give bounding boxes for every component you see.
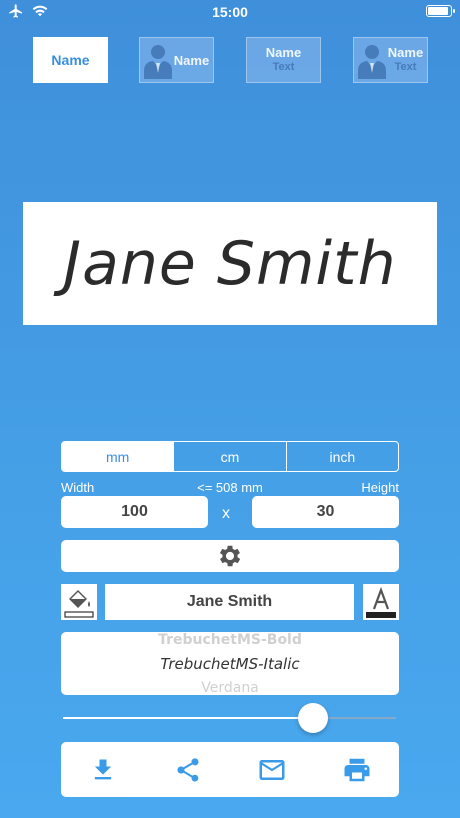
settings-button[interactable] <box>61 540 399 572</box>
print-button[interactable] <box>337 750 377 790</box>
style-sublabel: Text <box>272 61 295 74</box>
unit-mm[interactable]: mm <box>62 442 174 471</box>
slider-track-filled <box>63 717 313 719</box>
mail-icon <box>259 759 285 780</box>
background-color-button[interactable] <box>61 584 97 620</box>
height-field[interactable] <box>252 496 399 528</box>
name-text-field[interactable] <box>105 584 354 620</box>
dimension-labels: Width <= 508 mm Height <box>61 480 399 496</box>
font-picker[interactable]: TrebuchetMS-Bold TrebuchetMS-Italic Verd… <box>61 632 399 695</box>
style-label: Name <box>173 52 210 68</box>
style-name-text-photo[interactable]: Name Text <box>353 37 428 83</box>
width-field[interactable] <box>61 496 208 528</box>
action-bar <box>61 742 399 797</box>
style-label: Name <box>265 45 302 61</box>
unit-segmented-control: mm cm inch <box>61 441 399 472</box>
fill-color-icon <box>64 590 94 618</box>
download-button[interactable] <box>83 750 123 790</box>
unit-cm[interactable]: cm <box>173 442 285 471</box>
person-icon <box>143 45 172 79</box>
status-time: 15:00 <box>212 4 248 20</box>
style-sublabel: Text <box>394 61 417 74</box>
gear-icon <box>219 545 241 567</box>
dimension-separator: x <box>222 505 230 522</box>
font-option[interactable]: Verdana <box>61 680 399 695</box>
max-size-hint: <= 508 mm <box>197 480 263 495</box>
print-icon <box>344 758 370 781</box>
mail-button[interactable] <box>252 750 292 790</box>
status-bar: 15:00 <box>0 0 460 24</box>
slider-thumb[interactable] <box>298 703 328 733</box>
style-name-photo[interactable]: Name <box>139 37 214 83</box>
style-label: Name <box>387 45 424 61</box>
style-label: Name <box>51 52 90 68</box>
style-name-only[interactable]: Name <box>33 37 108 83</box>
preview-name: Jane Smith <box>63 228 397 299</box>
font-option[interactable]: TrebuchetMS-Bold <box>61 632 399 648</box>
height-label: Height <box>361 480 399 495</box>
person-icon <box>357 45 386 79</box>
download-icon <box>95 759 112 779</box>
text-color-icon <box>366 586 396 618</box>
font-option-selected[interactable]: TrebuchetMS-Italic <box>61 655 399 673</box>
style-name-text[interactable]: Name Text <box>246 37 321 83</box>
share-button[interactable] <box>168 750 208 790</box>
name-tag-preview: Jane Smith <box>23 202 437 325</box>
text-color-button[interactable] <box>363 584 399 620</box>
unit-inch[interactable]: inch <box>285 442 398 471</box>
font-size-slider[interactable] <box>63 702 396 734</box>
share-icon <box>177 757 199 782</box>
battery-icon <box>426 5 455 17</box>
